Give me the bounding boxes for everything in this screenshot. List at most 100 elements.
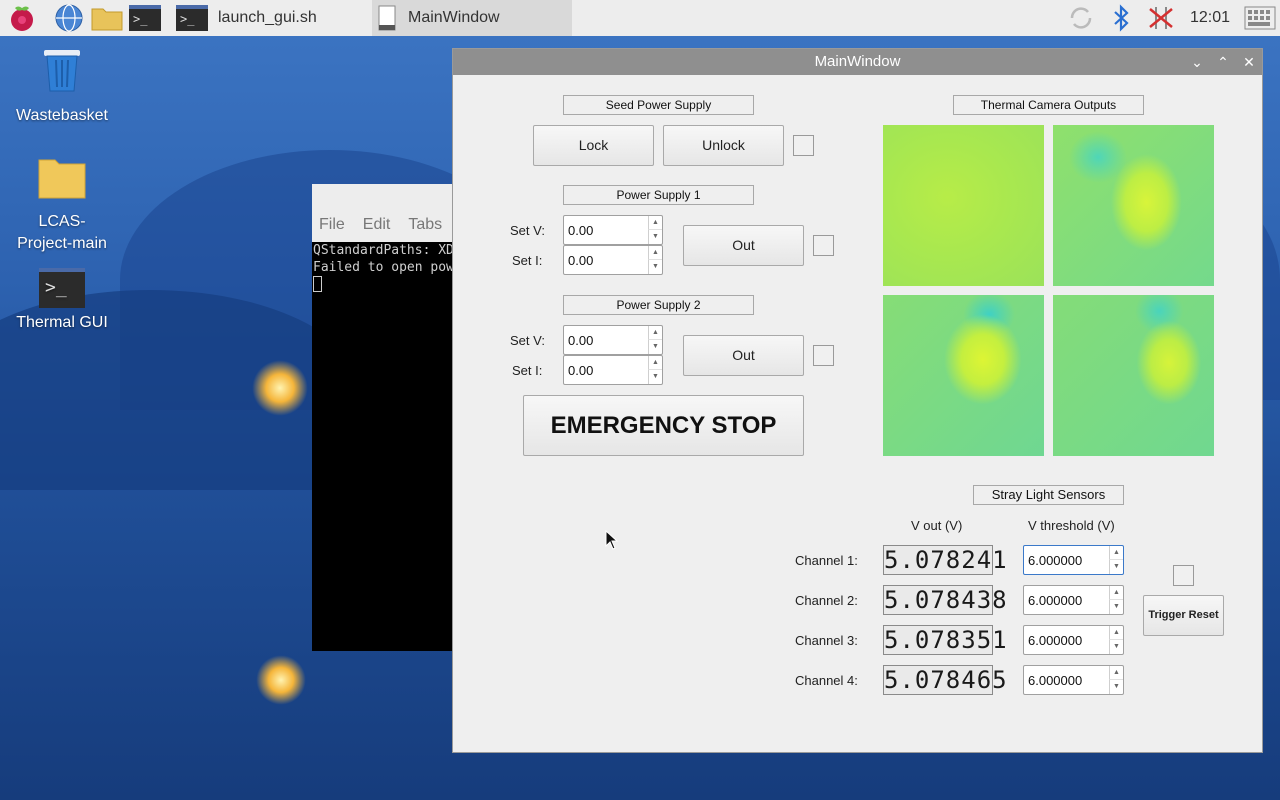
background-lantern xyxy=(252,360,308,416)
task-label: MainWindow xyxy=(408,9,500,26)
desktop-icon-lcas-project[interactable]: LCAS-Project-main xyxy=(7,156,117,255)
desktop-icon-thermal-gui[interactable]: >_ Thermal GUI xyxy=(7,268,117,334)
thermal-camera-image-1 xyxy=(883,125,1044,286)
task-label: launch_gui.sh xyxy=(218,9,317,26)
channel-3-label: Channel 3: xyxy=(795,633,858,648)
spin-down-icon[interactable]: ▼ xyxy=(648,340,662,354)
spin-down-icon[interactable]: ▼ xyxy=(1109,560,1123,574)
keyboard-icon[interactable] xyxy=(1244,2,1276,34)
channel-1-threshold-input[interactable] xyxy=(1024,546,1109,574)
terminal-line: QStandardPaths: XD xyxy=(313,243,454,258)
main-window: MainWindow ⌄ ⌃ ✕ Seed Power Supply Lock … xyxy=(452,48,1263,753)
lock-button[interactable]: Lock xyxy=(533,125,654,166)
maximize-icon[interactable]: ⌃ xyxy=(1210,49,1236,75)
spin-up-icon[interactable]: ▲ xyxy=(648,356,662,370)
menu-edit[interactable]: Edit xyxy=(363,216,391,234)
minimize-icon[interactable]: ⌄ xyxy=(1184,49,1210,75)
mouse-pointer-icon xyxy=(605,530,619,550)
spin-down-icon[interactable]: ▼ xyxy=(1109,640,1123,654)
bluetooth-icon[interactable] xyxy=(1108,2,1134,34)
spin-up-icon[interactable]: ▲ xyxy=(1109,666,1123,680)
background-lantern-reflection xyxy=(256,655,306,705)
desktop-icon-label: LCAS-Project-main xyxy=(17,213,107,252)
ps1-seti-input[interactable] xyxy=(564,246,648,274)
ps2-setv-input[interactable] xyxy=(564,326,648,354)
spin-up-icon[interactable]: ▲ xyxy=(648,246,662,260)
channel-4-label: Channel 4: xyxy=(795,673,858,688)
channel-3-threshold-spinbox[interactable]: ▲ ▼ xyxy=(1023,625,1124,655)
spin-down-icon[interactable]: ▼ xyxy=(648,260,662,274)
terminal-icon: >_ xyxy=(176,5,208,31)
unlock-button[interactable]: Unlock xyxy=(663,125,784,166)
ps1-seti-spinbox[interactable]: ▲ ▼ xyxy=(563,245,663,275)
channel-1-label: Channel 1: xyxy=(795,553,858,568)
task-mainwindow[interactable]: MainWindow xyxy=(372,0,572,36)
spin-up-icon[interactable]: ▲ xyxy=(1109,586,1123,600)
ps1-setv-spinbox[interactable]: ▲ ▼ xyxy=(563,215,663,245)
ps1-seti-label: Set I: xyxy=(512,253,543,268)
channel-4-threshold-spinbox[interactable]: ▲ ▼ xyxy=(1023,665,1124,695)
terminal-launcher-icon[interactable]: >_ xyxy=(129,2,161,34)
close-icon[interactable]: ✕ xyxy=(1236,49,1262,75)
thermal-camera-title: Thermal Camera Outputs xyxy=(953,95,1144,115)
power-supply-2-title: Power Supply 2 xyxy=(563,295,754,315)
clock[interactable]: 12:01 xyxy=(1190,0,1230,36)
channel-4-vout-display: 5.078465 xyxy=(883,665,1008,695)
seed-power-supply-title: Seed Power Supply xyxy=(563,95,754,115)
channel-2-label: Channel 2: xyxy=(795,593,858,608)
desktop-icon-wastebasket[interactable]: Wastebasket xyxy=(7,44,117,127)
ps2-seti-input[interactable] xyxy=(564,356,648,384)
spin-down-icon[interactable]: ▼ xyxy=(1109,680,1123,694)
folder-icon xyxy=(7,156,117,207)
seed-status-checkbox[interactable] xyxy=(793,135,814,156)
wastebasket-icon xyxy=(7,44,117,101)
channel-3-threshold-input[interactable] xyxy=(1024,626,1109,654)
updater-icon[interactable] xyxy=(1066,2,1096,34)
menu-tabs[interactable]: Tabs xyxy=(408,216,442,234)
channel-1-vout-display: 5.078241 xyxy=(883,545,1008,575)
power-supply-1-title: Power Supply 1 xyxy=(563,185,754,205)
thermal-camera-image-4 xyxy=(1053,295,1214,456)
channel-4-threshold-input[interactable] xyxy=(1024,666,1109,694)
spin-down-icon[interactable]: ▼ xyxy=(1109,600,1123,614)
menu-file[interactable]: File xyxy=(319,216,345,234)
ps2-seti-label: Set I: xyxy=(512,363,543,378)
vout-header: V out (V) xyxy=(911,518,963,533)
channel-2-threshold-spinbox[interactable]: ▲ ▼ xyxy=(1023,585,1124,615)
thermal-camera-image-3 xyxy=(883,295,1044,456)
ps1-setv-label: Set V: xyxy=(510,223,545,238)
ps2-seti-spinbox[interactable]: ▲ ▼ xyxy=(563,355,663,385)
ps1-setv-input[interactable] xyxy=(564,216,648,244)
raspberry-menu-icon[interactable] xyxy=(6,2,38,34)
spin-up-icon[interactable]: ▲ xyxy=(648,326,662,340)
terminal-cursor xyxy=(313,276,322,292)
trigger-reset-button[interactable]: Trigger Reset xyxy=(1143,595,1224,636)
vthreshold-header: V threshold (V) xyxy=(1028,518,1115,533)
spin-up-icon[interactable]: ▲ xyxy=(648,216,662,230)
task-launch-gui[interactable]: >_ launch_gui.sh xyxy=(172,0,370,36)
window-title: MainWindow xyxy=(814,53,901,70)
spin-up-icon[interactable]: ▲ xyxy=(1109,546,1123,560)
terminal-window[interactable]: File Edit Tabs QStandardPaths: XD Failed… xyxy=(312,184,472,651)
spin-down-icon[interactable]: ▼ xyxy=(648,230,662,244)
spin-up-icon[interactable]: ▲ xyxy=(1109,626,1123,640)
ps2-setv-spinbox[interactable]: ▲ ▼ xyxy=(563,325,663,355)
ps2-out-button[interactable]: Out xyxy=(683,335,804,376)
network-disconnected-icon[interactable] xyxy=(1146,2,1176,34)
ps2-status-checkbox[interactable] xyxy=(813,345,834,366)
spin-down-icon[interactable]: ▼ xyxy=(648,370,662,384)
ps1-out-button[interactable]: Out xyxy=(683,225,804,266)
channel-1-threshold-spinbox[interactable]: ▲ ▼ xyxy=(1023,545,1124,575)
terminal-icon: >_ xyxy=(7,268,117,308)
browser-icon[interactable] xyxy=(54,2,84,34)
file-manager-icon[interactable] xyxy=(90,2,124,34)
emergency-stop-button[interactable]: EMERGENCY STOP xyxy=(523,395,804,456)
terminal-menubar: File Edit Tabs xyxy=(312,184,472,242)
ps1-status-checkbox[interactable] xyxy=(813,235,834,256)
channel-2-threshold-input[interactable] xyxy=(1024,586,1109,614)
stray-light-status-checkbox[interactable] xyxy=(1173,565,1194,586)
channel-2-vout-display: 5.078438 xyxy=(883,585,1008,615)
desktop-icon-label: Wastebasket xyxy=(16,107,108,124)
window-icon xyxy=(378,5,396,31)
window-titlebar[interactable]: MainWindow ⌄ ⌃ ✕ xyxy=(453,49,1262,75)
